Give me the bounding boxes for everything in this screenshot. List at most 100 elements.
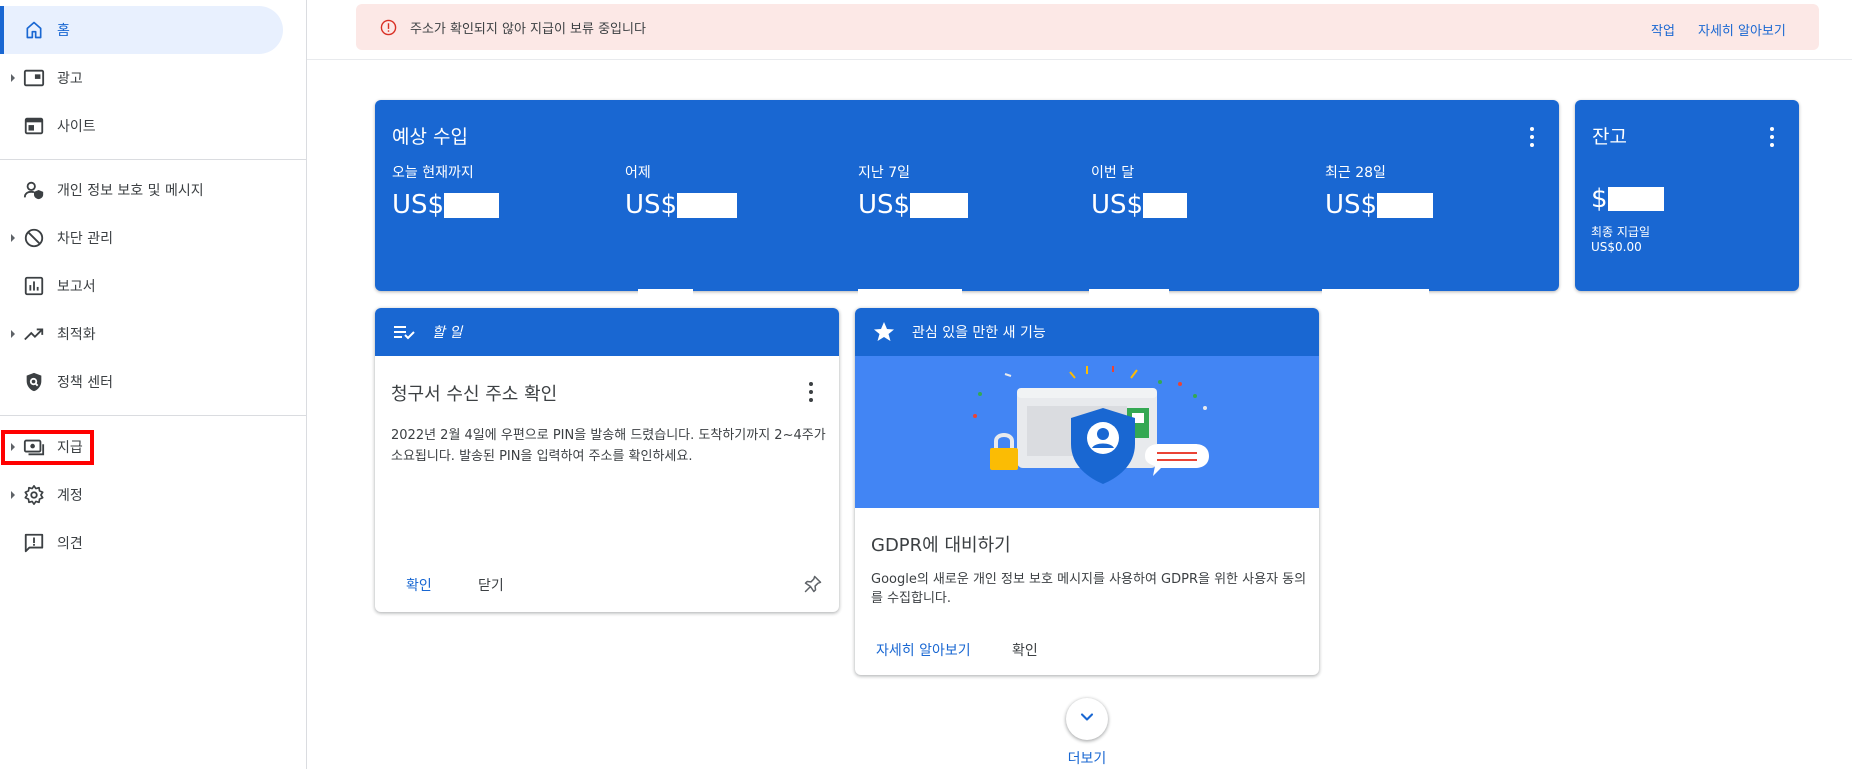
redacted-value [677, 192, 738, 218]
earnings-title: 예상 수입 [392, 126, 468, 148]
payment-hold-alert: 주소가 확인되지 않아 지급이 보류 중입니다 작업 자세히 알아보기 [356, 4, 1819, 50]
confirm-button[interactable]: 확인 [1012, 640, 1038, 660]
metric-today: 오늘 현재까지 US$ [392, 162, 612, 220]
metric-last-28-days: 최근 28일 US$ vs. 최근 28일 [1322, 162, 1545, 319]
metric-last-7-days: 지난 7일 US$ vs. 최근 7일 [858, 162, 1078, 319]
bar-chart-icon [22, 274, 46, 298]
settings-gear-icon [22, 483, 46, 507]
estimated-earnings-card: 예상 수입 오늘 현재까지 US$ 어제 US$ 지난주 같은 요일과 비교합니… [375, 100, 1559, 319]
web-icon [22, 114, 46, 138]
redacted-value [1143, 192, 1188, 218]
metric-currency: US$ [1325, 190, 1378, 220]
metric-value: US$ [1325, 190, 1545, 220]
close-button[interactable]: 닫기 [478, 575, 504, 595]
todo-card-header: 할 일 [375, 308, 839, 356]
policy-icon [22, 370, 46, 394]
sidebar-item-account[interactable]: 계정 [0, 471, 283, 519]
error-icon [380, 19, 397, 40]
alert-message: 주소가 확인되지 않아 지급이 보류 중입니다 [410, 22, 646, 37]
metric-currency: US$ [625, 190, 678, 220]
metric-label: 이번 달 [1091, 165, 1135, 181]
redacted-change [1322, 289, 1429, 303]
expand-caret-icon[interactable] [11, 330, 15, 338]
metric-currency: US$ [858, 190, 911, 220]
sidebar-item-feedback[interactable]: 의견 [0, 519, 283, 567]
metric-label: 오늘 현재까지 [392, 165, 474, 181]
feature-body: Google의 새로운 개인 정보 보호 메시지를 사용하여 GDPR을 위한 … [871, 572, 1307, 606]
sidebar-item-label: 차단 관리 [57, 231, 113, 247]
metric-currency: US$ [1091, 190, 1144, 220]
redacted-change [1089, 289, 1169, 303]
trending-up-icon [22, 322, 46, 346]
todo-card: 할 일 청구서 수신 주소 확인 2022년 2월 4일에 우편으로 PIN을 … [375, 308, 839, 612]
more-options-icon[interactable] [808, 382, 814, 402]
redacted-change [858, 289, 962, 303]
sidebar-item-label: 의견 [57, 536, 83, 552]
todo-body: 2022년 2월 4일에 우편으로 PIN을 발송해 드렸습니다. 도착하기까지… [391, 428, 826, 464]
payments-highlight-box [1, 430, 94, 465]
sidebar-item-blocking-controls[interactable]: 차단 관리 [0, 214, 283, 262]
todo-header-label: 할 일 [432, 325, 463, 341]
learn-more-button[interactable]: 자세히 알아보기 [876, 640, 971, 660]
sidebar-item-policy-center[interactable]: 정책 센터 [0, 358, 283, 406]
metric-this-month: 이번 달 US$ vs 전년 동기 [1089, 162, 1311, 319]
sidebar-item-reports[interactable]: 보고서 [0, 262, 283, 310]
sidebar-item-sites[interactable]: 사이트 [0, 102, 283, 150]
sidebar-item-privacy-messaging[interactable]: 개인 정보 보호 및 메시지 [0, 166, 283, 214]
sidebar-divider [0, 415, 307, 416]
feedback-icon [22, 531, 46, 555]
star-icon [872, 320, 896, 348]
feature-title: GDPR에 대비하기 [871, 535, 1011, 556]
sidebar: 홈 광고 사이트 개인 정보 보호 및 메시지 차단 관리 보고서 최적화 정책… [0, 0, 307, 769]
sidebar-item-label: 개인 정보 보호 및 메시지 [57, 183, 204, 199]
last-payment-label: 최종 지급일 [1591, 225, 1651, 239]
sidebar-item-optimization[interactable]: 최적화 [0, 310, 283, 358]
pin-icon[interactable] [803, 574, 823, 598]
home-icon [22, 18, 46, 42]
balance-card: 잔고 $ 최종 지급일 US$0.00 [1575, 100, 1799, 291]
metric-label: 최근 28일 [1325, 165, 1386, 181]
new-feature-card: 관심 있을 만한 새 기능 GDPR에 대비하기 Google의 새로운 개인 … [855, 308, 1319, 675]
show-more-label[interactable]: 더보기 [1066, 748, 1108, 768]
metric-label: 지난 7일 [858, 165, 910, 181]
alert-action-link[interactable]: 작업 [1651, 20, 1675, 39]
show-more-button[interactable] [1066, 698, 1108, 740]
confirm-button[interactable]: 확인 [406, 575, 432, 595]
checklist-icon [392, 320, 416, 348]
more-options-icon[interactable] [1769, 127, 1775, 147]
metric-yesterday: 어제 US$ 지난주 같은 요일과 비교합니다. [625, 162, 845, 319]
metric-value: US$ [392, 190, 612, 220]
sidebar-item-home[interactable]: 홈 [0, 6, 283, 54]
sidebar-divider [0, 159, 307, 160]
sidebar-item-label: 정책 센터 [57, 375, 113, 391]
metric-currency: US$ [392, 190, 445, 220]
privacy-person-icon [22, 178, 46, 202]
metric-value: US$ [1091, 190, 1311, 220]
chevron-down-icon [1077, 707, 1097, 731]
sidebar-item-label: 광고 [57, 71, 83, 87]
redacted-value [444, 192, 500, 218]
balance-value: $ [1591, 184, 1664, 214]
expand-caret-icon[interactable] [11, 234, 15, 242]
last-payment-amount: US$0.00 [1591, 240, 1642, 254]
gdpr-illustration [855, 356, 1319, 508]
metric-label: 어제 [625, 165, 651, 181]
more-options-icon[interactable] [1529, 127, 1535, 147]
redacted-value [1607, 187, 1664, 211]
balance-currency: $ [1591, 184, 1608, 214]
ad-unit-icon [22, 66, 46, 90]
sidebar-item-ads[interactable]: 광고 [0, 54, 283, 102]
feature-card-header: 관심 있을 만한 새 기능 [855, 308, 1319, 356]
redacted-change [638, 289, 693, 303]
feature-header-label: 관심 있을 만한 새 기능 [912, 325, 1046, 341]
expand-caret-icon[interactable] [11, 491, 15, 499]
sidebar-item-label: 계정 [57, 488, 83, 504]
metric-value: US$ [625, 190, 845, 220]
metric-value: US$ [858, 190, 1078, 220]
redacted-value [1377, 192, 1434, 218]
block-icon [22, 226, 46, 250]
expand-caret-icon[interactable] [11, 74, 15, 82]
balance-title: 잔고 [1592, 126, 1627, 148]
alert-learn-more-link[interactable]: 자세히 알아보기 [1698, 20, 1786, 39]
sidebar-item-label: 최적화 [57, 327, 96, 343]
